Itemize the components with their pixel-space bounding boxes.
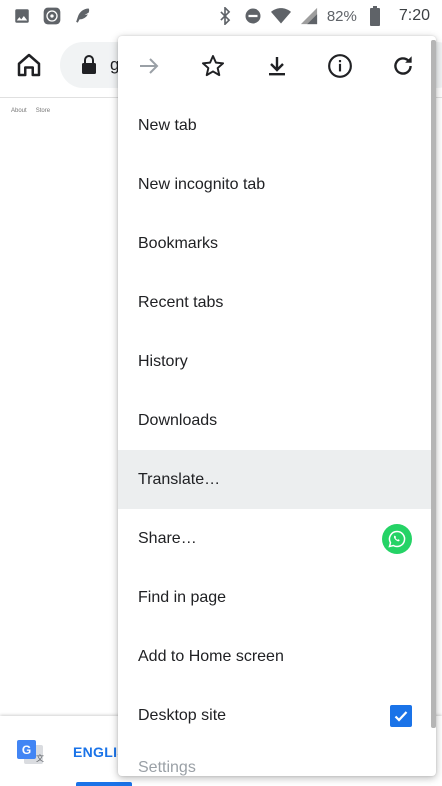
menu-item-label: New incognito tab: [138, 175, 266, 193]
menu-item-label: Recent tabs: [138, 293, 224, 311]
menu-item-label: Desktop site: [138, 706, 227, 724]
download-icon[interactable]: [262, 51, 292, 81]
google-translate-icon: G 文: [15, 738, 45, 768]
home-icon[interactable]: [14, 50, 44, 80]
do-not-disturb-icon: [243, 6, 263, 26]
menu-item-history[interactable]: History: [118, 332, 436, 391]
battery-icon: [365, 6, 385, 26]
menu-item-find-in-page[interactable]: Find in page: [118, 568, 436, 627]
menu-item-new-tab[interactable]: New tab: [118, 96, 436, 155]
menu-items: New tab New incognito tab Bookmarks Rece…: [118, 96, 436, 776]
svg-text:G: G: [22, 743, 31, 757]
about-link[interactable]: About: [11, 108, 27, 114]
camera-circle-icon: [42, 6, 62, 26]
feather-icon: [72, 6, 92, 26]
desktop-site-checkbox[interactable]: [390, 704, 412, 727]
svg-text:文: 文: [36, 753, 44, 763]
menu-item-label: Translate…: [138, 470, 221, 488]
menu-scrollbar[interactable]: [431, 40, 436, 728]
bluetooth-icon: [215, 6, 235, 26]
image-icon: [12, 6, 32, 26]
menu-action-row: [118, 36, 436, 96]
menu-item-label: History: [138, 352, 188, 370]
page-links: About Store: [11, 108, 50, 114]
menu-item-share[interactable]: Share…: [118, 509, 436, 568]
refresh-icon[interactable]: [388, 51, 418, 81]
menu-item-translate[interactable]: Translate…: [118, 450, 436, 509]
info-icon[interactable]: [325, 51, 355, 81]
menu-item-desktop-site[interactable]: Desktop site: [118, 686, 436, 745]
store-link[interactable]: Store: [36, 108, 50, 114]
menu-item-label: Settings: [138, 759, 196, 776]
menu-item-bookmarks[interactable]: Bookmarks: [118, 214, 436, 273]
menu-item-label: Bookmarks: [138, 234, 219, 252]
menu-item-label: Find in page: [138, 588, 227, 606]
forward-icon[interactable]: [134, 51, 164, 81]
menu-item-label: Add to Home screen: [138, 647, 284, 665]
menu-item-settings[interactable]: Settings: [118, 745, 436, 776]
menu-item-new-incognito-tab[interactable]: New incognito tab: [118, 155, 436, 214]
menu-item-label: Share…: [138, 529, 197, 547]
wifi-icon: [270, 6, 291, 26]
menu-item-recent-tabs[interactable]: Recent tabs: [118, 273, 436, 332]
menu-item-label: New tab: [138, 116, 197, 134]
language-tab-indicator: [76, 782, 132, 786]
menu-item-label: Downloads: [138, 411, 218, 429]
battery-percent: 82%: [326, 7, 357, 25]
star-icon[interactable]: [198, 51, 228, 81]
whatsapp-icon[interactable]: [382, 523, 412, 554]
lock-icon: [80, 55, 98, 75]
signal-icon: [299, 6, 319, 26]
clock: 7:20: [398, 7, 430, 24]
overflow-menu: New tab New incognito tab Bookmarks Rece…: [118, 36, 436, 776]
menu-item-add-to-home-screen[interactable]: Add to Home screen: [118, 627, 436, 686]
status-bar: 82% 7:20: [0, 0, 442, 32]
menu-item-downloads[interactable]: Downloads: [118, 391, 436, 450]
